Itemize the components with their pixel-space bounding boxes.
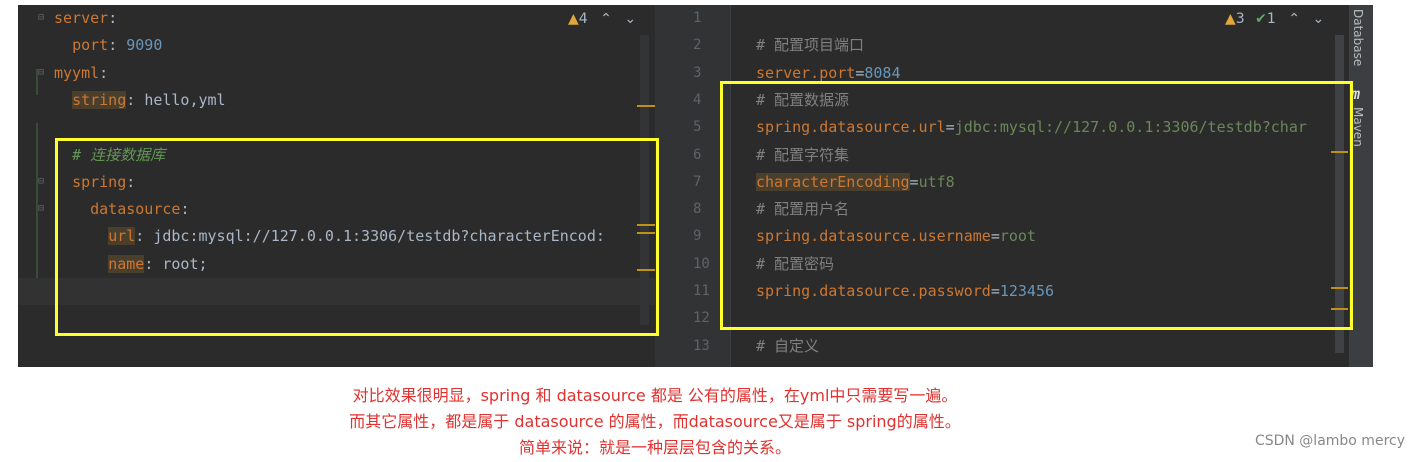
properties-value: 8084 [864,63,901,82]
fold-icon[interactable]: ⊟ [38,13,47,23]
yaml-separator: : [108,9,118,27]
yaml-separator: : [99,63,109,82]
right-inspection-toolbar[interactable]: ▲3 ✔1 ⌃ ⌄ [1225,9,1324,29]
caption-line-3: 简单来说：就是一种层层包含的关系。 [518,438,791,457]
right-highlight-box [720,81,1353,330]
properties-line: # 配置项目端口 [756,32,864,59]
next-highlight-icon[interactable]: ⌄ [624,11,636,27]
warning-marker [637,105,655,107]
warning-icon: ▲ [568,11,579,27]
watermark: CSDN @lambo mercy [1254,433,1405,449]
line-number: 13 [693,337,710,354]
yaml-line: myyml: [54,60,108,87]
fold-icon[interactable]: ⊟ [38,204,47,214]
line-number: 9 [693,228,702,245]
line-number: 10 [693,255,710,272]
yaml-line: server: [54,5,117,32]
yaml-key: server [54,9,109,27]
line-number: 11 [693,283,710,299]
line-number: 12 [693,310,710,327]
yaml-separator: : [126,90,145,109]
database-tool-tab[interactable]: Database [1351,9,1365,66]
properties-line-gutter: 1 2 3 4 5 6 7 8 9 10 11 12 13 [655,5,730,367]
maven-tool-tab[interactable]: Maven [1351,107,1365,147]
left-warning-count: 4 [578,11,588,27]
warning-icon: ▲ [1225,11,1236,27]
properties-line: # 自定义 [756,333,819,360]
left-inspection-toolbar[interactable]: ▲4 ⌃ ⌄ [568,9,636,29]
line-number: 5 [693,119,702,136]
yaml-value: hello,yml [144,90,226,109]
yaml-line: string: hello,yml [54,87,226,114]
line-number: 4 [693,91,702,108]
right-warning-count: 3 [1235,11,1245,27]
properties-comment: # 配置项目端口 [756,36,865,55]
line-number: 7 [693,173,702,190]
yaml-key: port [72,36,109,55]
yaml-value: 9090 [126,36,163,55]
yaml-line: port: 9090 [54,32,162,59]
fold-icon[interactable]: ⊟ [38,67,47,78]
properties-key: server.port [756,63,856,82]
line-number: 6 [693,146,702,163]
yaml-key: myyml [54,63,100,82]
yaml-key: string [72,90,127,109]
line-number: 8 [693,201,702,218]
yaml-separator: : [108,36,127,55]
caption-line-2: 而其它属性，都是属于 datasource 的属性，而datasource又是属… [349,412,961,431]
previous-highlight-icon[interactable]: ⌃ [1288,11,1300,27]
line-number: 3 [693,64,702,81]
fold-icon[interactable]: ⊟ [38,176,47,187]
previous-highlight-icon[interactable]: ⌃ [600,11,612,27]
next-highlight-icon[interactable]: ⌄ [1312,11,1324,27]
line-number: 2 [693,37,702,54]
check-icon: ✔ [1255,11,1267,27]
caption-line-1: 对比效果很明显，spring 和 datasource 都是 公有的属性，在ym… [352,386,958,405]
right-check-count: 1 [1266,11,1276,27]
line-number: 1 [693,10,702,26]
properties-comment: # 自定义 [756,336,820,355]
left-highlight-box [55,138,659,336]
